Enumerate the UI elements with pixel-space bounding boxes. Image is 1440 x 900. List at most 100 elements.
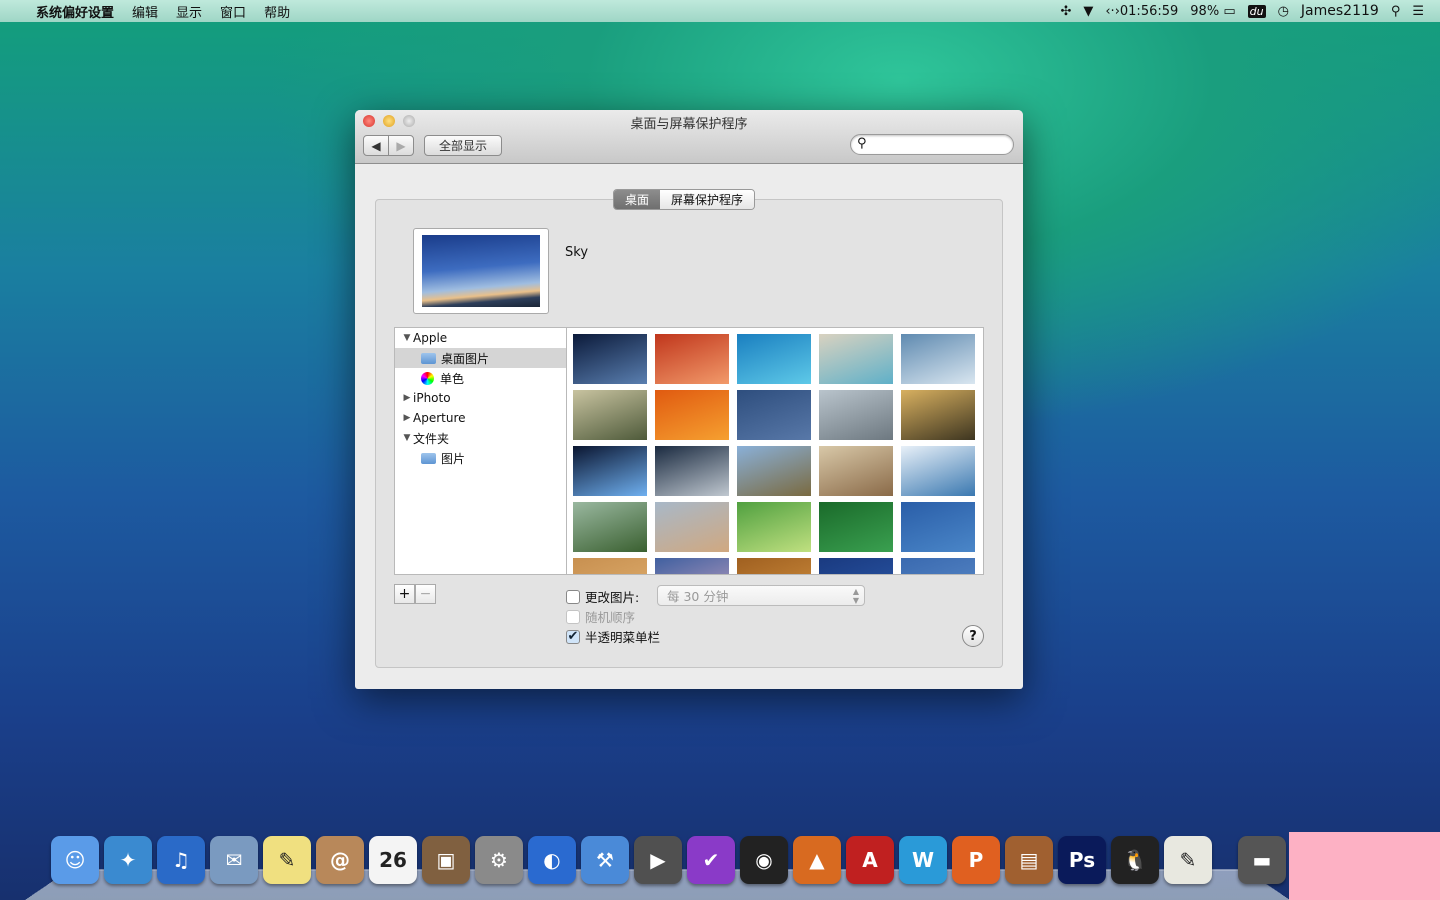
wallpaper-thumbnail[interactable] <box>655 334 729 384</box>
sidebar-item-label: 图片 <box>441 451 466 466</box>
sidebar-item[interactable]: 单色 <box>395 368 566 388</box>
menu-help[interactable]: 帮助 <box>255 2 299 21</box>
dock-autocad-icon[interactable]: A <box>846 836 894 884</box>
change-picture-checkbox[interactable]: 更改图片: <box>566 587 639 606</box>
wallpaper-thumbnail[interactable] <box>901 446 975 496</box>
help-button[interactable]: ? <box>962 625 984 647</box>
remove-folder-button[interactable]: − <box>415 584 436 604</box>
sidebar-item[interactable]: ▶ Aperture <box>395 408 566 428</box>
dock-omnifocus-icon[interactable]: ✔ <box>687 836 735 884</box>
dock-word-icon[interactable]: W <box>899 836 947 884</box>
wallpaper-thumbnail[interactable] <box>737 334 811 384</box>
sidebar-item[interactable]: 桌面图片 <box>395 348 566 368</box>
sidebar-item-label: 文件夹 <box>413 431 450 446</box>
dock-photoshop-icon[interactable]: Ps <box>1058 836 1106 884</box>
add-folder-button[interactable]: + <box>394 584 415 604</box>
dock-calendar-icon[interactable]: 26 <box>369 836 417 884</box>
time-machine-icon[interactable]: ◷ <box>1278 4 1289 19</box>
interval-select[interactable]: 每 30 分钟 ▲ ▼ <box>657 585 865 606</box>
wallpaper-thumbnail[interactable] <box>819 502 893 552</box>
dock-iphoto-icon[interactable]: ▣ <box>422 836 470 884</box>
wallpaper-thumbnail[interactable] <box>901 334 975 384</box>
wallpaper-thumbnail[interactable] <box>573 558 647 574</box>
dock-matlab-icon[interactable]: ▲ <box>793 836 841 884</box>
show-all-button[interactable]: 全部显示 <box>424 135 502 156</box>
wallpaper-thumbnail[interactable] <box>901 390 975 440</box>
dock-safari-icon[interactable]: ✦ <box>104 836 152 884</box>
du-icon[interactable]: du <box>1247 4 1266 18</box>
battery[interactable]: 98% ▭ <box>1190 4 1235 19</box>
dock-system-preferences-icon[interactable]: ⚙ <box>475 836 523 884</box>
wallpaper-thumbnail[interactable] <box>573 334 647 384</box>
forward-button[interactable]: ▶ <box>388 135 414 156</box>
menu-edit[interactable]: 编辑 <box>123 2 167 21</box>
wallpaper-thumbnail[interactable] <box>573 502 647 552</box>
sidebar-item[interactable]: ▶ iPhoto <box>395 388 566 408</box>
dock-textedit-icon[interactable]: ✎ <box>1164 836 1212 884</box>
menu-window[interactable]: 窗口 <box>211 2 255 21</box>
sidebar-item[interactable]: ▼ Apple <box>395 328 566 348</box>
dock-powerpoint-icon[interactable]: P <box>952 836 1000 884</box>
checkbox[interactable] <box>566 609 580 624</box>
wallpaper-thumbnail[interactable] <box>655 390 729 440</box>
dock-xcode-icon[interactable]: ⚒ <box>581 836 629 884</box>
sidebar-item-label: Aperture <box>413 411 466 425</box>
dock-qq-icon[interactable]: 🐧 <box>1111 836 1159 884</box>
tab-screensaver[interactable]: 屏幕保护程序 <box>660 190 755 209</box>
clock[interactable]: ‹·›01:56:59 <box>1105 4 1178 19</box>
sidebar-item[interactable]: ▼ 文件夹 <box>395 428 566 448</box>
wallpaper-thumbnail[interactable] <box>655 502 729 552</box>
wallpaper-thumbnail[interactable] <box>655 446 729 496</box>
wallpaper-thumbnail[interactable] <box>819 558 893 574</box>
notification-center-icon[interactable]: ☰ <box>1412 4 1424 19</box>
search-icon: ⚲ <box>857 136 867 151</box>
wallpaper-thumbnail[interactable] <box>901 502 975 552</box>
menu-app[interactable]: 系统偏好设置 <box>27 2 123 21</box>
dock-mail-icon[interactable]: ✉ <box>210 836 258 884</box>
disclosure-triangle-icon[interactable]: ▶ <box>401 413 413 423</box>
wallpaper-thumbnail[interactable] <box>573 390 647 440</box>
wallpaper-thumbnail[interactable] <box>819 446 893 496</box>
checkmark-icon[interactable]: ✔ <box>566 629 580 644</box>
sidebar-item-label: Apple <box>413 331 448 345</box>
dock-itunes-icon[interactable]: ♫ <box>157 836 205 884</box>
random-order-checkbox[interactable]: 随机顺序 <box>566 607 635 626</box>
disclosure-triangle-icon[interactable]: ▼ <box>401 433 413 443</box>
dock-finder-icon[interactable]: ☺ <box>51 836 99 884</box>
menu-view[interactable]: 显示 <box>167 2 211 21</box>
wallpaper-thumbnail[interactable] <box>573 446 647 496</box>
dock-photo-booth-icon[interactable]: ◉ <box>740 836 788 884</box>
wallpaper-thumbnail[interactable] <box>737 558 811 574</box>
wallpaper-thumbnail[interactable] <box>819 390 893 440</box>
tab-desktop[interactable]: 桌面 <box>614 190 661 209</box>
bluetooth-icon[interactable]: ✣ <box>1060 4 1071 19</box>
dock-final-cut-icon[interactable]: ▶ <box>634 836 682 884</box>
wallpaper-thumbnail[interactable] <box>737 390 811 440</box>
dock-folder-icon[interactable]: ▬ <box>1238 836 1286 884</box>
search-input[interactable]: ⚲ <box>850 134 1014 155</box>
wallpaper-thumbnail[interactable] <box>737 502 811 552</box>
wallpaper-thumbnail[interactable] <box>901 558 975 574</box>
back-button[interactable]: ◀ <box>363 135 389 156</box>
window-title: 桌面与屏幕保护程序 <box>630 117 748 132</box>
folder-icon <box>421 452 436 464</box>
disclosure-triangle-icon[interactable]: ▶ <box>401 393 413 403</box>
interval-value: 每 30 分钟 <box>667 589 729 604</box>
wallpaper-thumbnail[interactable] <box>737 446 811 496</box>
checkbox[interactable] <box>566 589 580 604</box>
dock-stickies-icon[interactable]: ✎ <box>263 836 311 884</box>
wifi-icon[interactable]: ▼ <box>1083 4 1093 19</box>
disclosure-triangle-icon[interactable]: ▼ <box>401 333 413 343</box>
sidebar-item-label: 桌面图片 <box>441 351 490 366</box>
wallpaper-thumbnail[interactable] <box>819 334 893 384</box>
user-name[interactable]: James2119 <box>1301 3 1379 19</box>
sidebar-item[interactable]: 图片 <box>395 448 566 468</box>
spotlight-icon[interactable]: ⚲ <box>1391 4 1401 19</box>
dock-contacts-icon[interactable]: @ <box>316 836 364 884</box>
dock-keynote-icon[interactable]: ▤ <box>1005 836 1053 884</box>
overlay-block <box>1289 832 1440 900</box>
wallpaper-thumbnail[interactable] <box>655 558 729 574</box>
dock-google-earth-icon[interactable]: ◐ <box>528 836 576 884</box>
translucent-menu-checkbox[interactable]: ✔ 半透明菜单栏 <box>566 627 660 646</box>
wallpaper-name: Sky <box>565 245 589 260</box>
